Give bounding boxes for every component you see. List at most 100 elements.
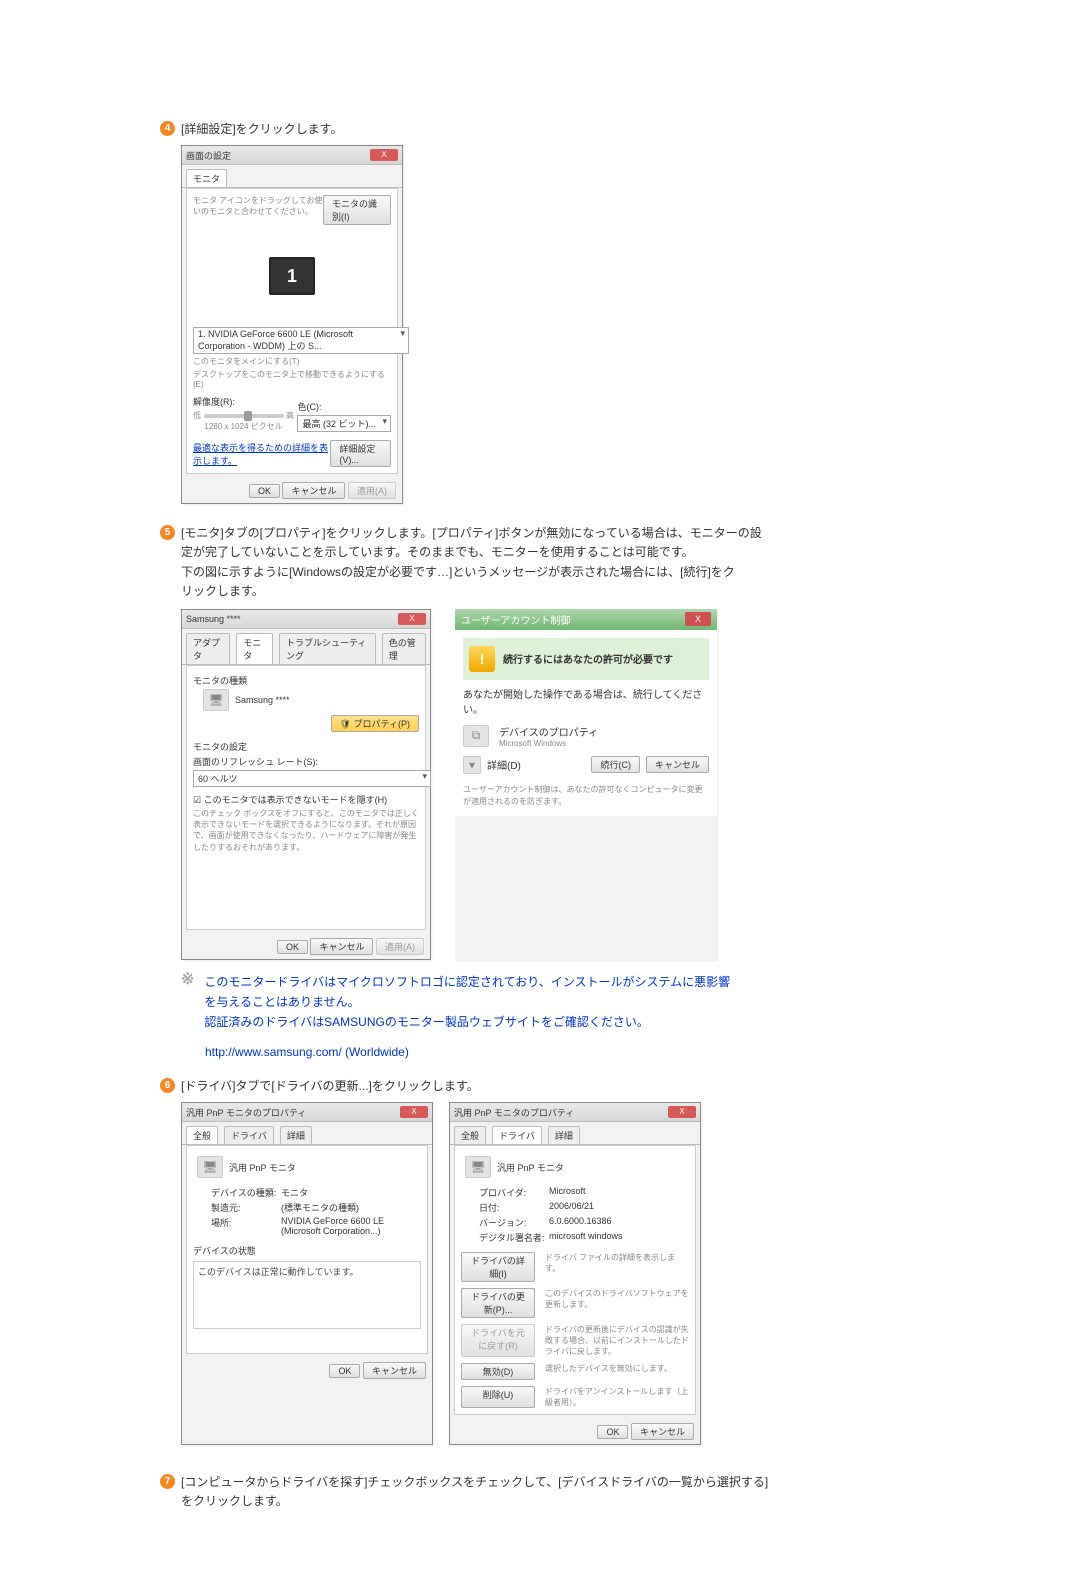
tab-general[interactable]: 全般 <box>454 1126 486 1144</box>
tab-adapter[interactable]: アダプタ <box>186 633 230 664</box>
monitor-type-group: モニタの種類 <box>193 674 419 687</box>
step-7: 7 [コンピュータからドライバを探す]チェックボックスをチェックして、[デバイス… <box>160 1473 920 1511</box>
color-select[interactable]: 最高 (32 ビット)... <box>297 415 391 432</box>
ok-button[interactable]: OK <box>597 1425 628 1439</box>
device-status-text: このデバイスは正常に動作しています。 <box>193 1261 421 1329</box>
step-4-text: [詳細設定]をクリックします。 <box>181 120 342 139</box>
tab-color[interactable]: 色の管理 <box>382 633 426 664</box>
rollback-driver-desc: ドライバの更新後にデバイスの認識が失敗する場合、以前にインストールしたドライバに… <box>545 1324 689 1357</box>
signer-val: microsoft windows <box>549 1231 689 1244</box>
uninstall-driver-desc: ドライバをアンインストールします（上級者用）。 <box>545 1386 689 1408</box>
device-icon: ⧉ <box>463 725 489 747</box>
tab-general[interactable]: 全般 <box>186 1126 218 1144</box>
refresh-rate-select[interactable]: 60 ヘルツ <box>193 770 431 787</box>
step-4-badge: 4 <box>160 121 175 136</box>
apply-button: 適用(A) <box>348 482 396 499</box>
step-4: 4 [詳細設定]をクリックします。 <box>160 120 920 139</box>
uac-details-toggle[interactable]: 詳細(D) <box>487 757 521 772</box>
close-icon[interactable]: X <box>398 613 426 625</box>
uac-subtitle: あなたが開始した操作である場合は、続行してください。 <box>463 686 709 716</box>
monitor-name: Samsung **** <box>235 695 290 705</box>
primary-monitor-checkbox: このモニタをメインにする(T) <box>193 356 391 367</box>
ok-button[interactable]: OK <box>329 1364 360 1378</box>
samsung-worldwide-link[interactable]: http://www.samsung.com/ (Worldwide) <box>205 1045 409 1059</box>
date-key: 日付: <box>479 1201 549 1214</box>
close-icon[interactable]: X <box>400 1106 428 1118</box>
monitor-icon: 🖥 <box>465 1156 491 1178</box>
device-name: 汎用 PnP モニタ <box>497 1161 564 1174</box>
rollback-driver-button: ドライバを元に戻す(R) <box>461 1324 535 1357</box>
mfg-val: (標準モニタの種類) <box>281 1201 421 1214</box>
date-val: 2006/06/21 <box>549 1201 689 1214</box>
res-high: 高 <box>286 411 294 420</box>
resolution-value: 1280 x 1024 ピクセル <box>193 421 294 432</box>
monitor-settings-group: モニタの設定 <box>193 740 419 753</box>
version-val: 6.0.6000.16386 <box>549 1216 689 1229</box>
step-5-text: [モニタ]タブの[プロパティ]をクリックします。[プロパティ]ボタンが無効になっ… <box>181 524 762 601</box>
optimal-display-link[interactable]: 最適な表示を得るための詳細を表示します。 <box>193 441 330 467</box>
device-status-group: デバイスの状態 <box>193 1244 421 1257</box>
loc-val: NVIDIA GeForce 6600 LE (Microsoft Corpor… <box>281 1216 421 1236</box>
uac-footnote: ユーザーアカウント制御は、あなたの許可なくコンピュータに変更が適用されるのを防ぎ… <box>463 784 709 808</box>
tab-monitor[interactable]: モニタ <box>186 169 227 187</box>
monitor-properties-button[interactable]: 🛡 プロパティ(P) <box>331 715 419 732</box>
monitor-properties-window: Samsung **** X アダプタ モニタ トラブルシューティング 色の管理… <box>181 609 431 960</box>
res-low: 低 <box>193 411 201 420</box>
window-title: 汎用 PnP モニタのプロパティ <box>454 1106 574 1119</box>
version-key: バージョン: <box>479 1216 549 1229</box>
close-icon[interactable]: X <box>685 612 711 626</box>
ok-button[interactable]: OK <box>249 484 280 498</box>
uac-publisher: Microsoft Windows <box>499 739 598 748</box>
note-mark-icon: ※ <box>181 970 194 989</box>
display-settings-window: 画面の設定 X モニタ モニタ アイコンをドラッグしてお使いのモニタと合わせてく… <box>181 145 403 504</box>
step-6-text: [ドライバ]タブで[ドライバの更新...]をクリックします。 <box>181 1077 479 1096</box>
window-title: ユーザーアカウント制御 <box>461 612 570 627</box>
monitor-icon: 🖥 <box>197 1156 223 1178</box>
cancel-button[interactable]: キャンセル <box>363 1362 426 1379</box>
color-label: 色(C): <box>297 400 391 413</box>
uac-device-name: デバイスのプロパティ <box>499 724 598 739</box>
extend-desktop-checkbox: デスクトップをこのモニタ上で移動できるようにする(E) <box>193 369 391 389</box>
tab-detail[interactable]: 詳細 <box>548 1126 580 1144</box>
driver-details-desc: ドライバ ファイルの詳細を表示します。 <box>545 1252 689 1282</box>
tab-driver[interactable]: ドライバ <box>492 1126 542 1144</box>
tab-monitor[interactable]: モニタ <box>236 633 273 664</box>
hide-modes-checkbox[interactable]: ☑ このモニタでは表示できないモードを隠す(H) <box>193 795 387 805</box>
ok-button[interactable]: OK <box>277 940 308 954</box>
close-icon[interactable]: X <box>370 149 398 161</box>
device-properties-driver-window: 汎用 PnP モニタのプロパティ X 全般 ドライバ 詳細 🖥 汎用 PnP モ… <box>449 1102 701 1445</box>
cancel-button[interactable]: キャンセル <box>282 482 345 499</box>
tab-driver[interactable]: ドライバ <box>224 1126 274 1144</box>
apply-button: 適用(A) <box>376 938 424 955</box>
device-name: 汎用 PnP モニタ <box>229 1161 296 1174</box>
tab-detail[interactable]: 詳細 <box>280 1126 312 1144</box>
resolution-slider[interactable] <box>204 414 284 418</box>
cancel-button[interactable]: キャンセル <box>310 938 373 955</box>
continue-button[interactable]: 続行(C) <box>591 756 640 773</box>
refresh-rate-label: 画面のリフレッシュ レート(S): <box>193 755 419 768</box>
cancel-button[interactable]: キャンセル <box>631 1423 694 1440</box>
gpu-select[interactable]: 1. NVIDIA GeForce 6600 LE (Microsoft Cor… <box>193 327 409 354</box>
close-icon[interactable]: X <box>668 1106 696 1118</box>
resolution-label: 解像度(R): <box>193 395 294 408</box>
provider-key: プロバイダ: <box>479 1186 549 1199</box>
device-type-val: モニタ <box>281 1186 421 1199</box>
update-driver-button[interactable]: ドライバの更新(P)... <box>461 1288 535 1318</box>
chevron-down-icon[interactable]: ▾ <box>463 756 481 774</box>
disable-driver-button[interactable]: 無効(D) <box>461 1363 535 1380</box>
hide-modes-warning: このチェック ボックスをオフにすると、このモニタでは正しく表示できないモードを選… <box>193 808 419 853</box>
window-title: 汎用 PnP モニタのプロパティ <box>186 1106 306 1119</box>
shield-icon: ! <box>469 646 495 672</box>
uninstall-driver-button[interactable]: 削除(U) <box>461 1386 535 1408</box>
window-title: 画面の設定 <box>186 149 231 162</box>
loc-key: 場所: <box>211 1216 281 1236</box>
advanced-settings-button[interactable]: 詳細設定(V)... <box>330 440 391 467</box>
identify-monitor-button[interactable]: モニタの識別(I) <box>323 195 391 225</box>
driver-details-button[interactable]: ドライバの詳細(I) <box>461 1252 535 1282</box>
step-5: 5 [モニタ]タブの[プロパティ]をクリックします。[プロパティ]ボタンが無効に… <box>160 524 920 601</box>
tab-troubleshoot[interactable]: トラブルシューティング <box>279 633 376 664</box>
cancel-button[interactable]: キャンセル <box>646 756 709 773</box>
window-title: Samsung **** <box>186 614 241 624</box>
step-7-text: [コンピュータからドライバを探す]チェックボックスをチェックして、[デバイスドラ… <box>181 1473 768 1511</box>
step-7-badge: 7 <box>160 1474 175 1489</box>
